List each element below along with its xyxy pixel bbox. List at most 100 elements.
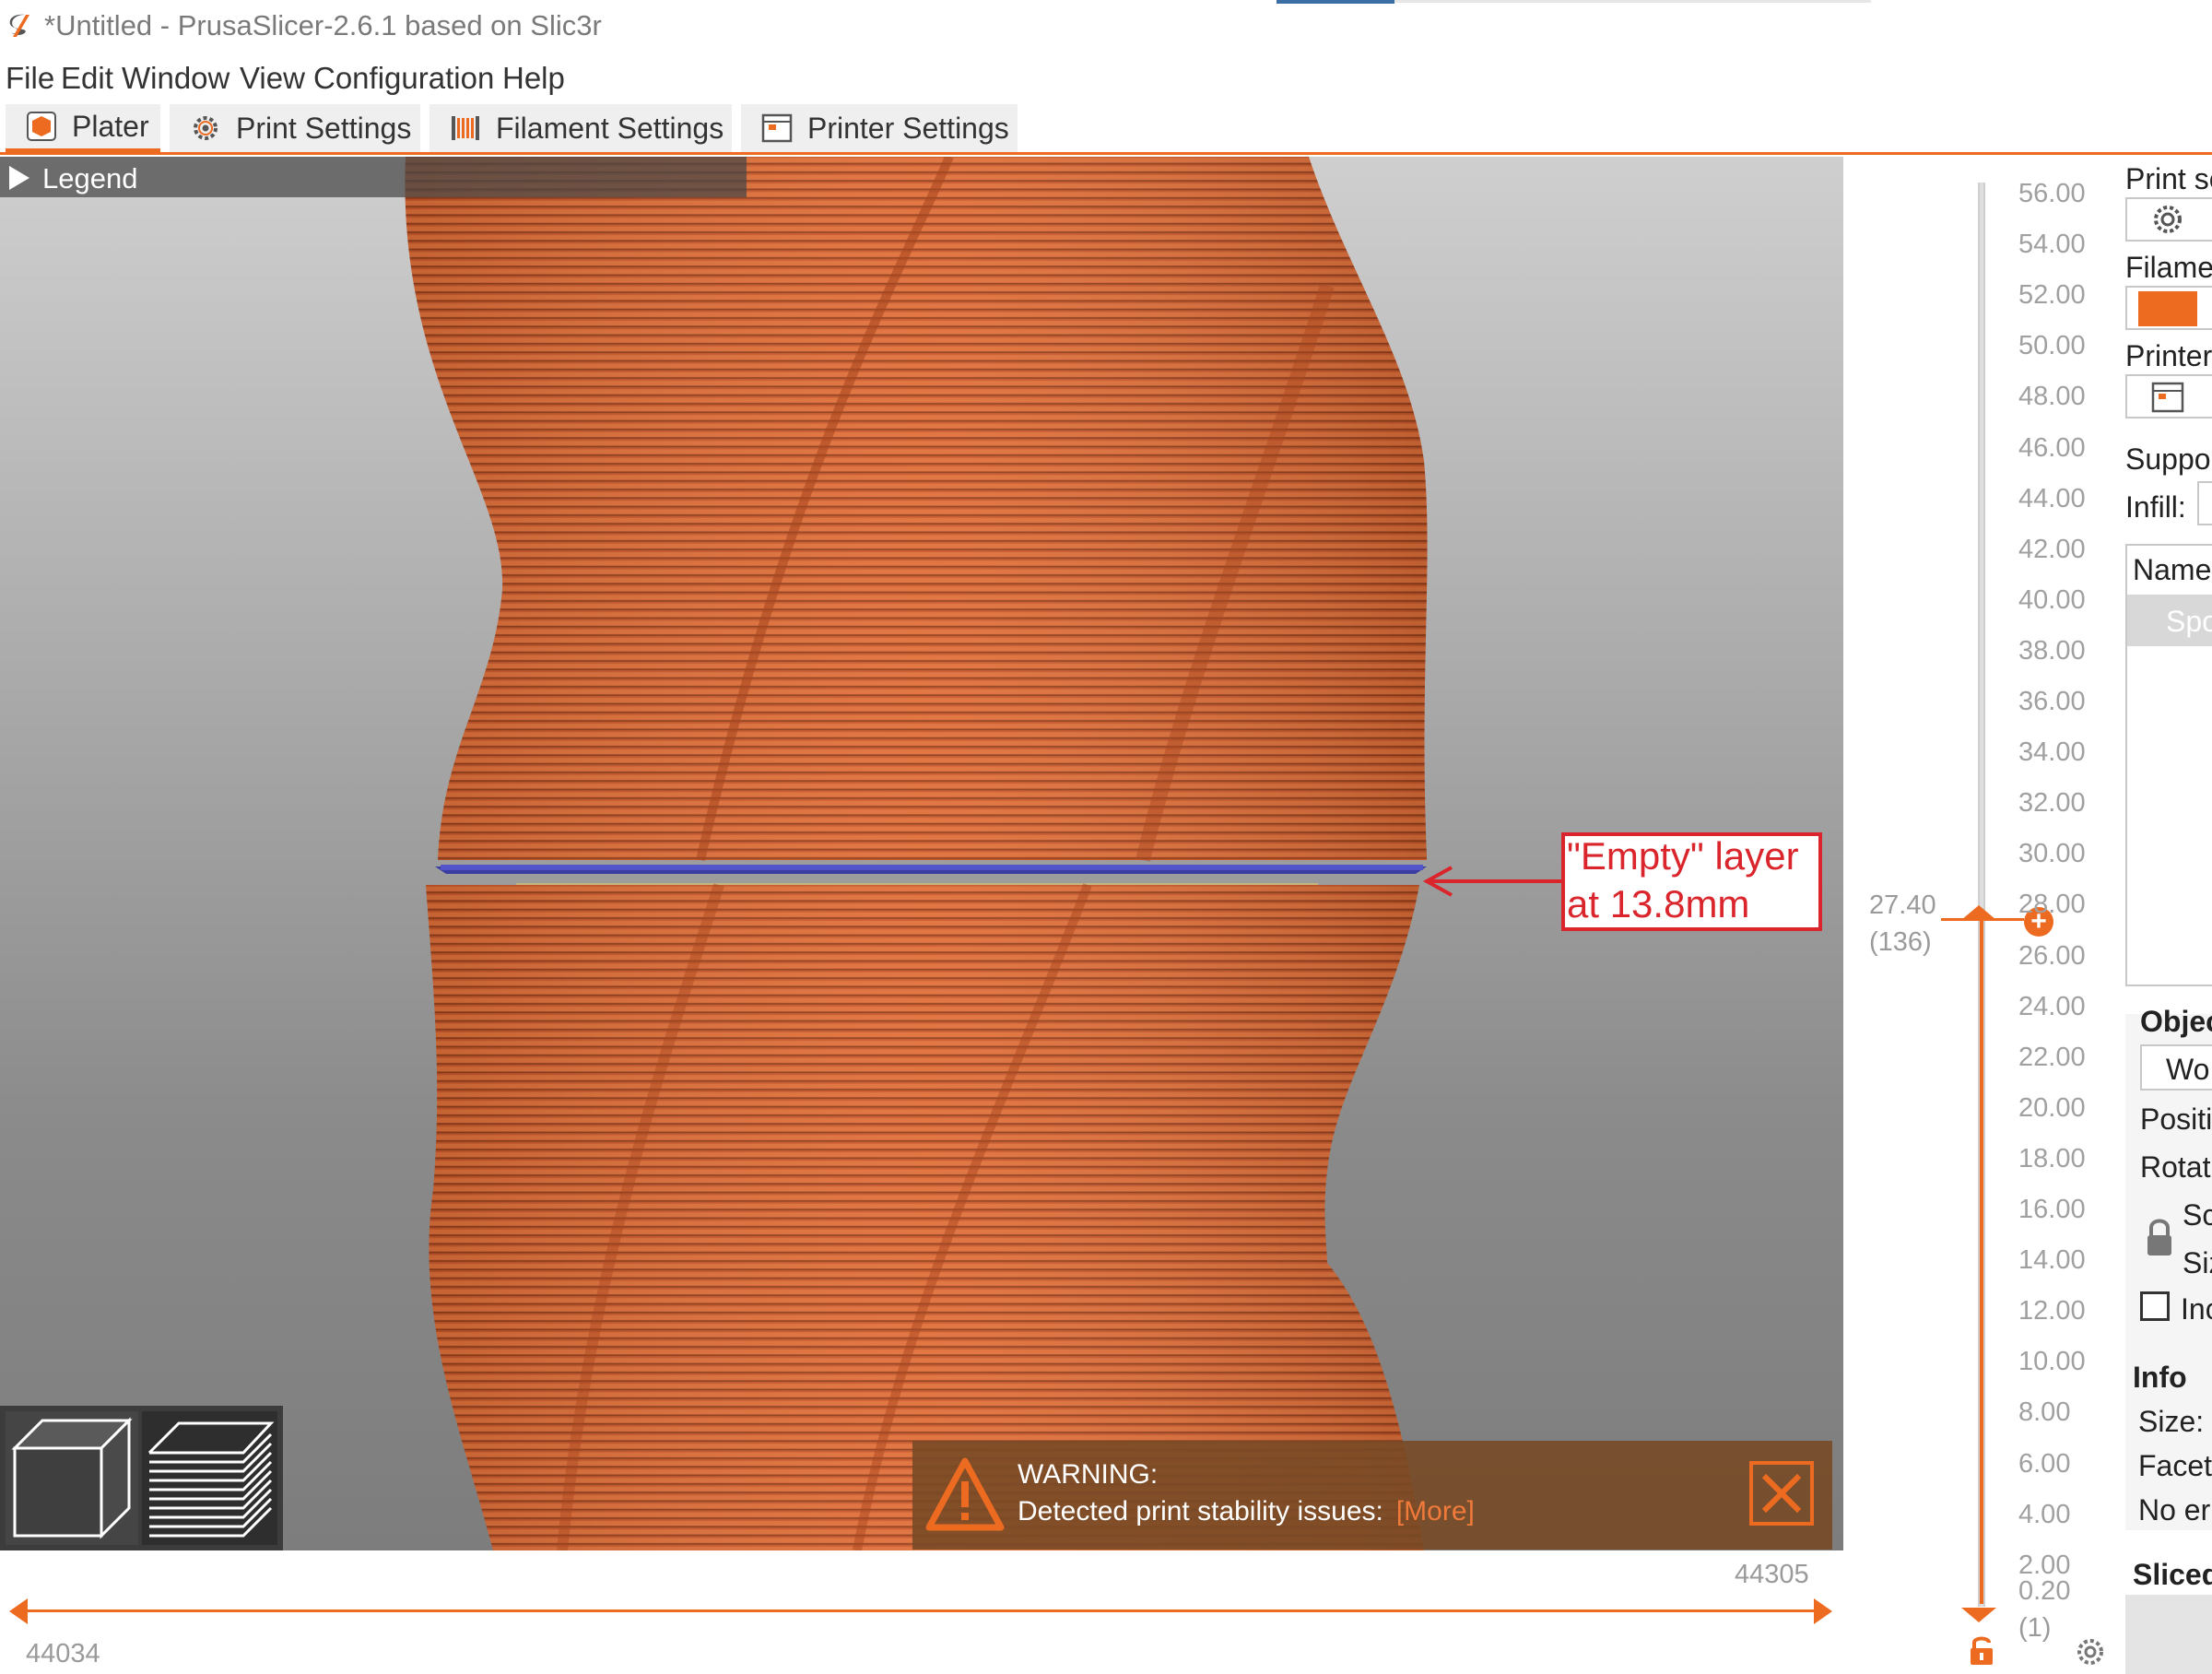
printer-icon [2151, 382, 2184, 413]
vertical-slider-tick-label: 36.00 [2018, 687, 2086, 716]
vertical-slider-tick-label: 52.00 [2018, 280, 2086, 311]
tab-print-settings[interactable]: Print Settings [170, 104, 420, 152]
lock-icon[interactable] [2144, 1217, 2175, 1257]
filament-color-swatch [2138, 291, 2197, 326]
current-layer-number: (136) [1869, 927, 1932, 957]
vertical-slider-tick-label: 10.00 [2018, 1347, 2086, 1377]
export-gcode-button[interactable] [2125, 1595, 2212, 1674]
filament-label: Filame [2125, 251, 2212, 284]
warning-message-text: Detected print stability issues: [1018, 1496, 1383, 1527]
tab-plater-label: Plater [72, 109, 149, 143]
vertical-slider-tick-label: 20.00 [2018, 1092, 2086, 1123]
vertical-slider-tick-label: 24.00 [2018, 991, 2086, 1021]
vertical-slider-upper-thumb[interactable] [1961, 905, 1996, 920]
tab-plater[interactable]: Plater [6, 104, 160, 152]
infill-label: Infill: [2125, 490, 2186, 524]
object-manipulation-title: Objec [2140, 1005, 2212, 1038]
warning-notification [912, 1441, 1832, 1550]
gear-icon [2154, 206, 2182, 233]
vertical-slider-tick-label: 16.00 [2018, 1195, 2086, 1224]
vertical-slider-tick-label: 28.00 [2018, 890, 2086, 920]
position-label: Positi [2140, 1102, 2212, 1136]
warning-message: Detected print stability issues: [More] [1018, 1496, 1475, 1527]
inches-label: Inc [2181, 1292, 2212, 1326]
close-warning-button[interactable] [1749, 1461, 1814, 1526]
tab-bar: Plater Print Settings Filament Settings … [0, 101, 2212, 155]
warning-title: WARNING: [1018, 1459, 1159, 1490]
vertical-slider-tick-label: 54.00 [2018, 230, 2086, 260]
vertical-slider-lower-thumb[interactable] [1961, 1608, 1996, 1622]
menu-configuration[interactable]: Configuration [313, 61, 494, 96]
warning-more-link[interactable]: [More] [1396, 1496, 1475, 1527]
vertical-slider-tick-label: 42.00 [2018, 534, 2086, 564]
plater-icon [27, 112, 56, 141]
tab-filament-settings[interactable]: Filament Settings [429, 104, 732, 152]
view-layers-button[interactable] [142, 1411, 277, 1545]
coordinate-system-value: Wo [2166, 1053, 2210, 1086]
close-icon [1761, 1473, 1802, 1514]
vertical-slider-tick-label: 40.00 [2018, 584, 2086, 615]
info-facets-label: Facets [2138, 1449, 2212, 1482]
vertical-slider-tick-label: 32.00 [2018, 788, 2086, 819]
annotation-text-line2: at 13.8mm [1567, 882, 1750, 925]
horizontal-slider-right-thumb[interactable] [1814, 1598, 1832, 1624]
horizontal-slider-left-thumb[interactable] [9, 1598, 28, 1624]
printer-label: Printer [2125, 339, 2212, 372]
object-name[interactable]: Spo [2166, 605, 2212, 639]
menu-file[interactable]: File [6, 61, 54, 96]
rotation-label: Rotat [2140, 1150, 2211, 1184]
expand-triangle-icon[interactable] [9, 166, 29, 190]
infill-combo[interactable] [2197, 481, 2212, 525]
vertical-slider-tick-label: 46.00 [2018, 432, 2086, 463]
horizontal-slider-track[interactable] [13, 1609, 1829, 1612]
vertical-slider-tick-label: 56.00 [2018, 179, 2086, 208]
gear-icon[interactable] [2074, 1635, 2107, 1668]
tab-print-settings-label: Print Settings [236, 111, 412, 145]
legend-label[interactable]: Legend [42, 162, 137, 195]
vertical-slider-tick-label: 50.00 [2018, 331, 2086, 361]
cube-icon [11, 1417, 133, 1539]
vertical-slider-tick-label: 8.00 [2018, 1397, 2071, 1428]
object-list-header-name: Name [2133, 553, 2212, 586]
size-label: Siz [2183, 1246, 2212, 1279]
unlock-icon[interactable] [1967, 1633, 1996, 1667]
inches-checkbox[interactable] [2140, 1291, 2170, 1321]
menu-help[interactable]: Help [502, 61, 565, 96]
annotation-text-line1: "Empty" layer [1567, 834, 1799, 878]
vertical-slider-tick-label: 48.00 [2018, 382, 2086, 412]
bottom-layer-number: (1) [2018, 1613, 2052, 1643]
tab-printer-settings[interactable]: Printer Settings [741, 104, 1018, 152]
current-layer-height: 27.40 [1869, 890, 1936, 920]
vertical-slider-tick-label: 34.00 [2018, 737, 2086, 768]
print-settings-label: Print se [2125, 162, 2212, 195]
tab-filament-settings-label: Filament Settings [496, 111, 724, 145]
vertical-slider-range [1980, 913, 1983, 1604]
vertical-slider-tick-label: 14.00 [2018, 1245, 2086, 1276]
filament-combo[interactable] [2125, 286, 2212, 330]
vertical-slider-tick-label: 18.00 [2018, 1143, 2086, 1173]
tab-printer-settings-label: Printer Settings [807, 111, 1009, 145]
vertical-slider-tick-label: 12.00 [2018, 1296, 2086, 1326]
printer-icon [761, 113, 793, 143]
titlebar-accent [1277, 0, 1394, 4]
menu-view[interactable]: View [240, 61, 305, 96]
menu-edit[interactable]: Edit [61, 61, 113, 96]
menu-window[interactable]: Window [122, 61, 229, 96]
window-title: *Untitled - PrusaSlicer-2.6.1 based on S… [44, 9, 602, 41]
vertical-slider-tick-label: 4.00 [2018, 1499, 2071, 1529]
layers-icon [147, 1421, 275, 1538]
filament-spool-icon [452, 116, 479, 140]
warning-triangle-icon [925, 1457, 1005, 1531]
supports-label: Suppo [2125, 442, 2211, 476]
view-3d-button[interactable] [6, 1411, 138, 1545]
printer-combo[interactable] [2125, 374, 2212, 418]
horizontal-slider-right-value: 44305 [1735, 1560, 1809, 1589]
gear-icon [194, 116, 218, 140]
titlebar-search-strip [1394, 0, 1871, 3]
print-settings-combo[interactable] [2125, 197, 2212, 242]
vertical-slider-tick-label: 0.20 [2018, 1575, 2071, 1606]
vertical-slider-tick-label: 22.00 [2018, 1042, 2086, 1072]
scale-label: Sc [2183, 1198, 2212, 1232]
info-size-label: Size: [2138, 1405, 2205, 1438]
vertical-slider-tick-label: 44.00 [2018, 483, 2086, 513]
